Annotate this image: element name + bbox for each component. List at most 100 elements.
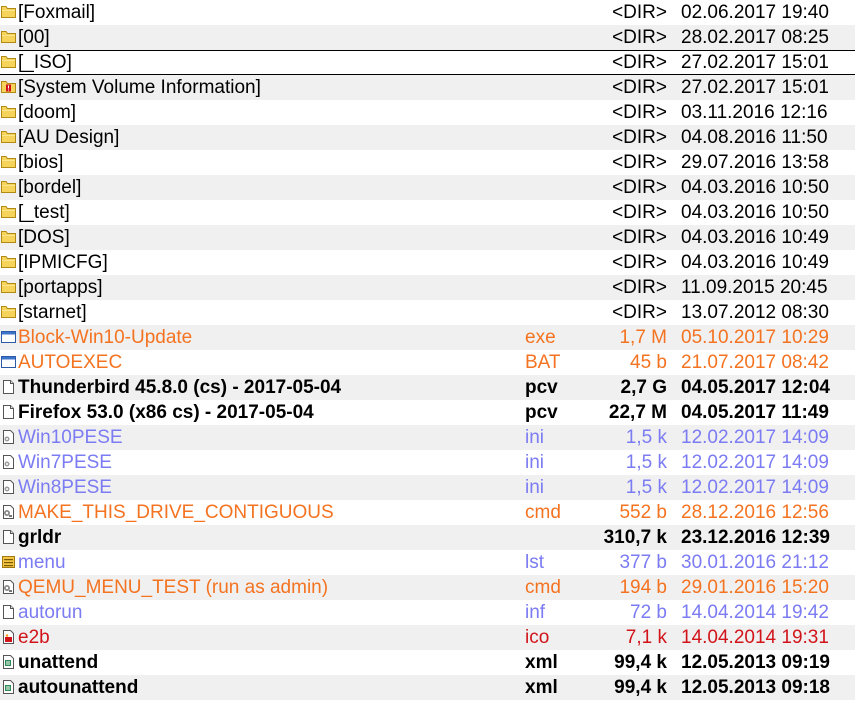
file-extension: ico — [525, 627, 550, 648]
file-date: 05.10.2017 10:29 — [681, 327, 829, 348]
file-row[interactable]: Thunderbird 45.8.0 (cs) - 2017-05-04 pcv 2… — [0, 375, 855, 400]
folder-row[interactable]: [bordel] <DIR> 04.03.2016 10:50 — [0, 175, 855, 200]
file-row[interactable]: autorun inf 72 b 14.04.2014 19:42 — [0, 600, 855, 625]
script-file-icon — [1, 500, 16, 525]
file-row[interactable]: Block-Win10-Update exe 1,7 M 05.10.2017 10:… — [0, 325, 855, 350]
file-size: 1,5 k — [625, 452, 667, 473]
file-date: 12.05.2013 09:19 — [681, 652, 830, 673]
file-row[interactable]: e2b ico 7,1 k 14.04.2014 19:31 — [0, 625, 855, 650]
folder-icon — [1, 175, 16, 200]
file-size: 72 b — [630, 602, 667, 623]
file-name: autorun — [18, 602, 83, 623]
folder-icon — [1, 0, 16, 25]
file-list-panel[interactable]: [Foxmail] <DIR> 02.06.2017 19:40 [00] <DIR> 2… — [0, 0, 855, 702]
file-name: Thunderbird 45.8.0 (cs) - 2017-05-04 — [18, 377, 342, 398]
file-row[interactable]: Win7PESE ini 1,5 k 12.02.2017 14:09 — [0, 450, 855, 475]
file-date: 04.03.2016 10:50 — [681, 177, 829, 198]
file-name: Block-Win10-Update — [18, 327, 193, 348]
xml-file-icon — [1, 675, 16, 700]
file-date: 12.02.2017 14:09 — [681, 477, 829, 498]
folder-row[interactable]: [00] <DIR> 28.02.2017 08:25 — [0, 25, 855, 50]
file-name: [bios] — [18, 152, 64, 173]
file-date: 30.01.2016 21:12 — [681, 552, 829, 573]
file-extension: ini — [525, 452, 545, 473]
folder-icon — [1, 25, 16, 50]
settings-file-icon — [1, 475, 16, 500]
folder-row[interactable]: [portapps] <DIR> 11.09.2015 20:45 — [0, 275, 855, 300]
script-file-icon — [1, 575, 16, 600]
file-date: 29.01.2016 15:20 — [681, 577, 829, 598]
folder-row[interactable]: [_ISO] <DIR> 27.02.2017 15:01 — [0, 50, 855, 75]
file-extension: BAT — [525, 352, 561, 373]
file-size: 310,7 k — [603, 527, 667, 548]
list-file-icon — [1, 550, 16, 575]
application-icon — [1, 325, 16, 350]
file-size: 99,4 k — [614, 652, 667, 673]
file-date: 28.02.2017 08:25 — [681, 27, 829, 48]
file-name: [_test] — [18, 202, 70, 223]
file-name: Win10PESE — [18, 427, 123, 448]
file-name: [starnet] — [18, 302, 87, 323]
settings-file-icon — [1, 425, 16, 450]
file-size: 22,7 M — [608, 402, 667, 423]
file-size: 1,5 k — [625, 427, 667, 448]
file-row[interactable]: Win8PESE ini 1,5 k 12.02.2017 14:09 — [0, 475, 855, 500]
folder-row[interactable]: [bios] <DIR> 29.07.2016 13:58 — [0, 150, 855, 175]
file-size: 7,1 k — [625, 627, 667, 648]
file-size: <DIR> — [612, 202, 667, 223]
file-name: [doom] — [18, 102, 77, 123]
file-extension: pcv — [525, 402, 558, 423]
folder-icon — [1, 125, 16, 150]
file-row[interactable]: QEMU_MENU_TEST (run as admin) cmd 194 b 29.… — [0, 575, 855, 600]
folder-row[interactable]: [starnet] <DIR> 13.07.2012 08:30 — [0, 300, 855, 325]
file-date: 23.12.2016 12:39 — [681, 527, 830, 548]
folder-icon — [1, 250, 16, 275]
file-row[interactable]: unattend xml 99,4 k 12.05.2013 09:19 — [0, 650, 855, 675]
file-extension: cmd — [525, 577, 561, 598]
folder-row[interactable]: [System Volume Information] <DIR> 27.02.20… — [0, 75, 855, 100]
folder-row[interactable]: [doom] <DIR> 03.11.2016 12:16 — [0, 100, 855, 125]
file-row[interactable]: AUTOEXEC BAT 45 b 21.07.2017 08:42 — [0, 350, 855, 375]
folder-row[interactable]: [_test] <DIR> 04.03.2016 10:50 — [0, 200, 855, 225]
file-name: [Foxmail] — [18, 2, 96, 23]
folder-row[interactable]: [IPMICFG] <DIR> 04.03.2016 10:49 — [0, 250, 855, 275]
file-size: 45 b — [630, 352, 667, 373]
file-extension: inf — [525, 602, 546, 623]
file-row[interactable]: menu lst 377 b 30.01.2016 21:12 — [0, 550, 855, 575]
file-size: <DIR> — [612, 27, 667, 48]
file-date: 04.05.2017 12:04 — [681, 377, 830, 398]
file-extension: exe — [525, 327, 556, 348]
file-row[interactable]: autounattend xml 99,4 k 12.05.2013 09:18 — [0, 675, 855, 700]
file-row[interactable]: Win10PESE ini 1,5 k 12.02.2017 14:09 — [0, 425, 855, 450]
file-name: [AU Design] — [18, 127, 120, 148]
file-name: Win7PESE — [18, 452, 112, 473]
xml-file-icon — [1, 650, 16, 675]
file-row[interactable]: grldr 310,7 k 23.12.2016 12:39 — [0, 525, 855, 550]
file-date: 04.08.2016 11:50 — [681, 127, 828, 148]
file-date: 27.02.2017 15:01 — [681, 77, 829, 98]
file-date: 21.07.2017 08:42 — [681, 352, 829, 373]
file-size: 1,5 k — [625, 477, 667, 498]
file-icon — [1, 525, 16, 550]
file-extension: xml — [525, 652, 558, 673]
file-row[interactable]: MAKE_THIS_DRIVE_CONTIGUOUS cmd 552 b 28.12.… — [0, 500, 855, 525]
file-date: 14.04.2014 19:42 — [681, 602, 829, 623]
file-size: <DIR> — [612, 77, 667, 98]
file-name: [bordel] — [18, 177, 82, 198]
file-date: 03.11.2016 12:16 — [681, 102, 828, 123]
file-size: <DIR> — [612, 102, 667, 123]
file-size: <DIR> — [612, 177, 667, 198]
folder-icon — [1, 300, 16, 325]
file-row[interactable]: Firefox 53.0 (x86 cs) - 2017-05-04 pcv 22,… — [0, 400, 855, 425]
file-size: <DIR> — [612, 152, 667, 173]
file-date: 12.05.2013 09:18 — [681, 677, 830, 698]
folder-row[interactable]: [DOS] <DIR> 04.03.2016 10:49 — [0, 225, 855, 250]
file-size: <DIR> — [612, 52, 667, 73]
file-size: <DIR> — [612, 127, 667, 148]
file-extension: cmd — [525, 502, 561, 523]
file-date: 14.04.2014 19:31 — [681, 627, 829, 648]
file-date: 11.09.2015 20:45 — [681, 277, 828, 298]
file-extension: ini — [525, 477, 545, 498]
folder-row[interactable]: [Foxmail] <DIR> 02.06.2017 19:40 — [0, 0, 855, 25]
folder-row[interactable]: [AU Design] <DIR> 04.08.2016 11:50 — [0, 125, 855, 150]
